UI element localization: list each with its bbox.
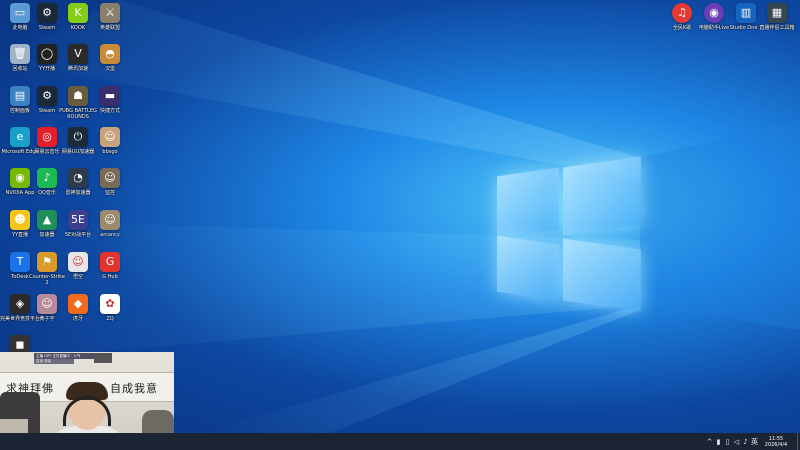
desktop-icon-label: bbsgo bbox=[102, 149, 118, 155]
portrait-icon: ☺ bbox=[37, 294, 57, 314]
chevron-up-icon[interactable]: ^ bbox=[705, 438, 714, 446]
burger-icon: ◓ bbox=[100, 44, 120, 64]
steam-icon: ⚙ bbox=[37, 3, 57, 23]
volume-icon[interactable]: ◁ bbox=[732, 438, 741, 446]
photo-icon: ☺ bbox=[100, 210, 120, 230]
steam-icon: ⚙ bbox=[37, 86, 57, 106]
studio-one-icon: ▥ bbox=[736, 3, 756, 23]
avatar-icon: ☺ bbox=[100, 127, 120, 147]
triangle-icon: ▲ bbox=[37, 210, 57, 230]
yy-icon: ◯ bbox=[37, 44, 57, 64]
speaker-icon[interactable]: ♪ bbox=[741, 438, 750, 446]
netease-music-icon: ◎ bbox=[37, 127, 57, 147]
person-icon: ☺ bbox=[100, 168, 120, 188]
uu-icon: ⏻ bbox=[68, 127, 88, 147]
huya-icon: ◆ bbox=[68, 294, 88, 314]
kge-icon: ♫ bbox=[672, 3, 692, 23]
goku-icon: ☺ bbox=[68, 252, 88, 272]
desktop-icon-label: G Hub bbox=[102, 274, 118, 280]
stream-overlay-sub: 直播 弹幕 bbox=[34, 359, 74, 364]
ime-indicator[interactable]: 英 bbox=[750, 437, 759, 447]
shortcut-icon: ▬ bbox=[100, 86, 120, 106]
desktop-icon[interactable]: ☺ arcancy bbox=[90, 210, 130, 254]
desktop-icon-label: arcancy bbox=[100, 232, 120, 238]
colorful-icon: ✿ bbox=[100, 294, 120, 314]
desktop-icon-label: 汉堡 bbox=[104, 66, 115, 72]
overlay-thumbnail bbox=[94, 353, 112, 363]
clock-date: 2026/4/4 bbox=[764, 441, 788, 448]
5e-icon: 5E bbox=[68, 210, 88, 230]
system-tray: ^ ▮ ▯ ◁ ♪ 英 11:55 2026/4/4 bbox=[705, 433, 800, 450]
desktop-icon[interactable]: ☺ bbsgo bbox=[90, 127, 130, 171]
clock[interactable]: 11:55 2026/4/4 bbox=[759, 436, 793, 448]
desktop-icon[interactable]: ✿ ZQ bbox=[90, 294, 130, 338]
desktop-icon-label: 快捷方式 bbox=[99, 108, 120, 114]
lol-icon: ⚔ bbox=[100, 3, 120, 23]
banner-text-right: 自成我意 bbox=[110, 382, 158, 395]
battery-icon[interactable]: ▯ bbox=[723, 438, 732, 446]
kook-icon: K bbox=[68, 3, 88, 23]
qq-music-icon: ♪ bbox=[37, 168, 57, 188]
desktop-icon[interactable]: ☺ 监控 bbox=[90, 168, 130, 212]
live-icon: ◉ bbox=[704, 3, 724, 23]
desktop-icon-label: 直播伴侣工具箱 bbox=[759, 25, 795, 31]
desktop-icon-label: ZQ bbox=[106, 316, 114, 322]
desktop-icon[interactable]: G G Hub bbox=[90, 252, 130, 296]
desktop-icon[interactable]: ▬ 快捷方式 bbox=[90, 86, 130, 130]
desktop-icon[interactable]: ⚔ 英雄联盟 bbox=[90, 3, 130, 47]
desktop-icon[interactable]: ▦ 直播伴侣工具箱 bbox=[757, 3, 797, 47]
desktop-icon-label: 英雄联盟 bbox=[99, 25, 120, 31]
accelerator-icon: V bbox=[68, 44, 88, 64]
pubg-icon: ☗ bbox=[68, 86, 88, 106]
cs2-icon: ⚑ bbox=[37, 252, 57, 272]
taskbar: ^ ▮ ▯ ◁ ♪ 英 11:55 2026/4/4 bbox=[0, 433, 800, 450]
network-icon[interactable]: ▮ bbox=[714, 438, 723, 446]
toolbox-icon: ▦ bbox=[767, 3, 787, 23]
desktop-icon[interactable]: ◓ 汉堡 bbox=[90, 44, 130, 88]
desktop-icon-label: 监控 bbox=[104, 190, 115, 196]
speed-icon: ◔ bbox=[68, 168, 88, 188]
windows-logo bbox=[497, 156, 643, 312]
ghub-icon: G bbox=[100, 252, 120, 272]
